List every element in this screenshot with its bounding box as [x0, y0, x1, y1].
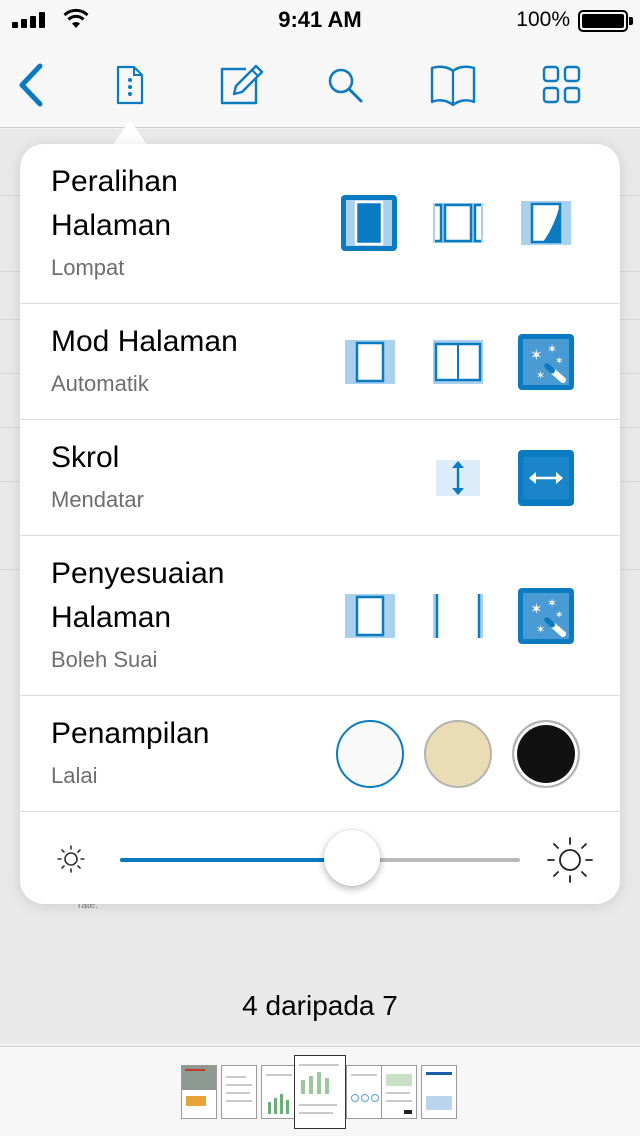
svg-text:✶: ✶ — [530, 600, 543, 618]
page-thumbnail-4-current[interactable] — [294, 1055, 346, 1129]
brightness-slider-thumb[interactable] — [324, 830, 380, 886]
fit-width-icon — [433, 594, 483, 638]
svg-text:✶: ✶ — [530, 346, 543, 364]
transition-page-curl-option[interactable] — [517, 194, 575, 252]
bookmark-icon — [430, 65, 476, 107]
view-settings-popover: Peralihan Halaman Lompat Mod Halaman Aut… — [20, 144, 620, 904]
page-thumbnail-6[interactable] — [381, 1065, 417, 1119]
brightness-slider-track[interactable] — [120, 858, 520, 862]
document-info-icon — [116, 65, 144, 105]
magic-wand-icon: ✶ ✶ ✶ ✶ — [518, 334, 574, 390]
vertical-scroll-icon — [436, 460, 480, 496]
page-thumbnail-3[interactable] — [261, 1065, 297, 1119]
page-fit-row: Penyesuaian Halaman Boleh Suai ✶ ✶ ✶ ✶ — [20, 536, 620, 696]
status-bar: 9:41 AM 100% — [0, 0, 640, 40]
battery-icon — [578, 10, 628, 32]
svg-text:✶: ✶ — [547, 342, 557, 356]
thumbnails-grid-button[interactable] — [537, 60, 587, 110]
thumbnail-strip — [0, 1046, 640, 1136]
document-info-button[interactable] — [105, 60, 155, 110]
page-thumbnail-5[interactable] — [346, 1065, 382, 1119]
appearance-value: Lalai — [51, 763, 98, 788]
back-button[interactable] — [6, 60, 56, 110]
page-indicator: 4 daripada 7 — [242, 990, 398, 1021]
single-page-icon — [345, 340, 395, 384]
fit-adaptive-option[interactable]: ✶ ✶ ✶ ✶ — [517, 587, 575, 645]
page-transition-row: Peralihan Halaman Lompat — [20, 144, 620, 304]
scroll-title: Skrol — [51, 441, 120, 474]
appearance-row: Penampilan Lalai — [20, 696, 620, 812]
page-fit-value: Boleh Suai — [51, 647, 158, 672]
page-fit-title-1: Penyesuaian — [51, 557, 225, 590]
fit-width-option[interactable] — [429, 587, 487, 645]
magic-wand-icon: ✶ ✶ ✶ ✶ — [518, 588, 574, 644]
page-transition-title-2: Halaman — [51, 209, 172, 242]
brightness-low-icon — [57, 845, 85, 873]
scroll-vertical-option[interactable] — [429, 449, 487, 507]
battery-tip — [629, 17, 633, 25]
mode-automatic-option[interactable]: ✶ ✶ ✶ ✶ — [517, 333, 575, 391]
battery-percent: 100% — [516, 8, 570, 31]
page-mode-row: Mod Halaman Automatik ✶ ✶ ✶ ✶ — [20, 304, 620, 420]
scroll-row: Skrol Mendatar — [20, 420, 620, 536]
page-mode-title: Mod Halaman — [51, 325, 238, 358]
popover-arrow — [112, 120, 148, 146]
transition-continuous-option[interactable] — [429, 194, 487, 252]
back-icon — [19, 63, 43, 107]
page-mode-value: Automatik — [51, 371, 149, 396]
mode-double-page-option[interactable] — [429, 333, 487, 391]
svg-text:✶: ✶ — [555, 610, 563, 621]
page-transition-title-1: Peralihan — [51, 165, 178, 198]
jump-transition-icon — [341, 195, 397, 251]
thumbnails-grid-icon — [542, 65, 581, 104]
page-curl-transition-icon — [521, 201, 571, 245]
scroll-horizontal-option[interactable] — [517, 449, 575, 507]
bookmark-button[interactable] — [428, 60, 478, 110]
transition-jump-option[interactable] — [340, 194, 398, 252]
page-thumbnail-1[interactable] — [181, 1065, 217, 1119]
fit-page-icon — [345, 594, 395, 638]
toolbar — [0, 40, 640, 128]
mode-single-page-option[interactable] — [341, 333, 399, 391]
page-transition-value: Lompat — [51, 255, 125, 280]
fit-page-option[interactable] — [341, 587, 399, 645]
page-thumbnail-7[interactable] — [421, 1065, 457, 1119]
horizontal-scroll-icon — [518, 450, 574, 506]
scroll-value: Mendatar — [51, 487, 144, 512]
svg-text:✶: ✶ — [547, 596, 557, 610]
appearance-title: Penampilan — [51, 717, 210, 750]
search-button[interactable] — [320, 60, 370, 110]
brightness-slider-fill — [120, 858, 352, 862]
page-thumbnail-2[interactable] — [221, 1065, 257, 1119]
page-fit-title-2: Halaman — [51, 601, 172, 634]
appearance-sepia-option[interactable] — [424, 720, 492, 788]
search-icon — [328, 68, 363, 103]
svg-text:✶: ✶ — [536, 623, 545, 636]
annotate-button[interactable] — [215, 60, 265, 110]
double-page-icon — [433, 340, 483, 384]
appearance-night-option[interactable] — [512, 720, 580, 788]
appearance-default-option[interactable] — [336, 720, 404, 788]
continuous-transition-icon — [433, 203, 483, 243]
svg-text:✶: ✶ — [536, 369, 545, 382]
svg-text:✶: ✶ — [555, 356, 563, 367]
annotate-icon — [220, 64, 264, 105]
brightness-high-icon — [547, 837, 593, 883]
